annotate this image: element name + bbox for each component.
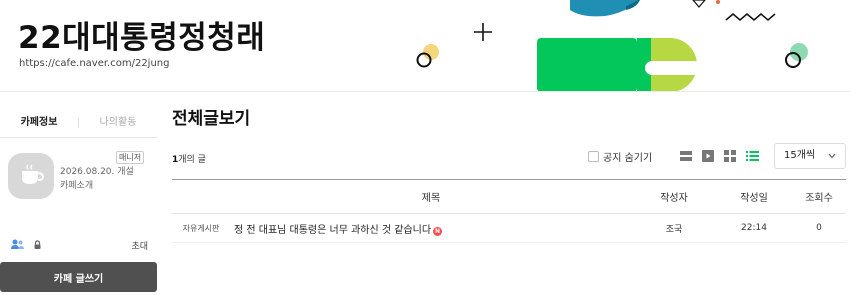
hide-notice-checkbox[interactable] (588, 151, 599, 162)
cafe-name[interactable]: 22대대통령정청래 (18, 12, 265, 57)
lock-icon (34, 240, 41, 249)
banner-decoration (416, 0, 808, 91)
col-title: 제목 (230, 179, 632, 214)
table-header-row: 제목 작성자 작성일 조회수 (172, 179, 846, 214)
tab-my-activity[interactable]: 나의활동 (79, 108, 157, 137)
album-view-icon[interactable] (724, 150, 736, 162)
page-title: 전체글보기 (172, 109, 251, 129)
per-page-select[interactable]: 15개씩 (774, 143, 846, 169)
plus-icon (474, 23, 492, 41)
manager-badge: 매니저 (116, 151, 145, 164)
hide-notice-label: 공지 숨기기 (603, 153, 653, 164)
post-list-table: 제목 작성자 작성일 조회수 자유게시판 정 전 대표님 대통령은 너무 과하신… (172, 179, 846, 243)
cafe-intro-link[interactable]: 카페소개 (60, 178, 93, 191)
board-list-icon[interactable] (746, 150, 759, 162)
card-view-icon[interactable] (702, 150, 714, 162)
cafe-write-button[interactable]: 카페 글쓰기 (0, 262, 157, 292)
post-views: 0 (792, 213, 846, 243)
sidebar-tabs: 카페정보 나의활동 (0, 108, 157, 138)
invite-link[interactable]: 초대 (131, 239, 148, 252)
col-author: 작성자 (632, 179, 716, 214)
chevron-down-icon (828, 153, 836, 159)
col-views: 조회수 (792, 179, 846, 214)
cafe-banner: 22대대통령정청래 https://cafe.naver.com/22jung (0, 0, 850, 92)
post-count-suffix: 개의 글 (178, 155, 206, 165)
sidebar: 카페정보 나의활동 매니저 2026.08.20. 개설 카페소개 초대 카페 … (0, 108, 157, 295)
col-date: 작성일 (716, 179, 792, 214)
cafe-thumbnail[interactable] (8, 153, 54, 199)
post-title-link[interactable]: 정 전 대표님 대통령은 너무 과하신 것 같습니다 (234, 225, 431, 236)
new-post-badge: N (433, 226, 443, 236)
deco-white-pill (645, 61, 701, 75)
list-view-icon[interactable] (680, 150, 692, 162)
post-title-cell: 정 전 대표님 대통령은 너무 과하신 것 같습니다 N (230, 213, 632, 243)
tab-cafe-info[interactable]: 카페정보 (0, 108, 78, 137)
deco-green-block (537, 38, 637, 91)
post-author[interactable]: 조국 (632, 213, 716, 243)
deco-triangle (692, 0, 706, 8)
cafe-url[interactable]: https://cafe.naver.com/22jung (19, 58, 169, 69)
member-row: 초대 (0, 237, 157, 257)
col-board (172, 179, 230, 214)
table-row: 자유게시판 정 전 대표님 대통령은 너무 과하신 것 같습니다 N 조국 22:… (172, 213, 846, 243)
cafe-profile: 매니저 2026.08.20. 개설 카페소개 (0, 150, 157, 210)
list-toolbar: 1개의 글 공지 숨기기 15개씩 (172, 142, 846, 176)
per-page-value: 15개씩 (784, 150, 816, 161)
cafe-open-date: 2026.08.20. 개설 (60, 167, 134, 177)
main-content: 전체글보기 1개의 글 공지 숨기기 15개씩 제목 작성자 작성일 조회수 자… (172, 104, 846, 243)
deco-zigzag (725, 13, 776, 21)
members-icon[interactable] (11, 239, 24, 250)
post-board-link[interactable]: 자유게시판 (172, 213, 230, 243)
deco-red-dot (716, 0, 720, 4)
hide-notice-toggle[interactable]: 공지 숨기기 (588, 149, 652, 164)
post-date: 22:14 (716, 213, 792, 243)
coffee-cup-icon (22, 164, 45, 184)
post-count: 1개의 글 (172, 152, 206, 165)
